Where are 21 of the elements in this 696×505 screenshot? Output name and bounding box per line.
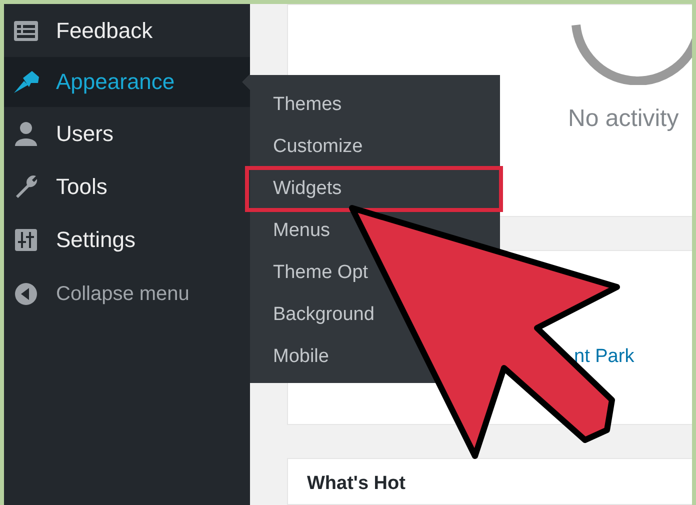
submenu-item[interactable]: Theme Opt: [250, 252, 370, 294]
sliders-icon: [14, 228, 38, 252]
sidebar-item[interactable]: Appearance: [4, 57, 250, 107]
submenu-item[interactable]: Widgets: [245, 166, 503, 212]
sidebar-item[interactable]: Collapse menu: [4, 266, 242, 322]
event-link[interactable]: nt Park: [574, 346, 634, 367]
submenu-item[interactable]: Themes: [250, 84, 344, 126]
paintbrush-icon: [12, 69, 40, 95]
sidebar-item[interactable]: Users: [4, 107, 242, 160]
submenu-item[interactable]: Background: [250, 294, 376, 336]
submenu-item[interactable]: Mobile: [250, 336, 331, 378]
sidebar-item[interactable]: Feedback: [4, 4, 242, 57]
submenu-item[interactable]: Customize: [250, 126, 365, 168]
empty-message: No activity: [568, 105, 679, 132]
submenu-item[interactable]: Menus: [250, 210, 332, 252]
collapse-icon: [14, 282, 38, 306]
sidebar-item[interactable]: Settings: [4, 213, 242, 266]
user-icon: [14, 120, 38, 146]
section-title: What's Hot: [307, 473, 406, 494]
feedback-icon: [13, 20, 39, 42]
sidebar-item[interactable]: Tools: [4, 160, 242, 213]
